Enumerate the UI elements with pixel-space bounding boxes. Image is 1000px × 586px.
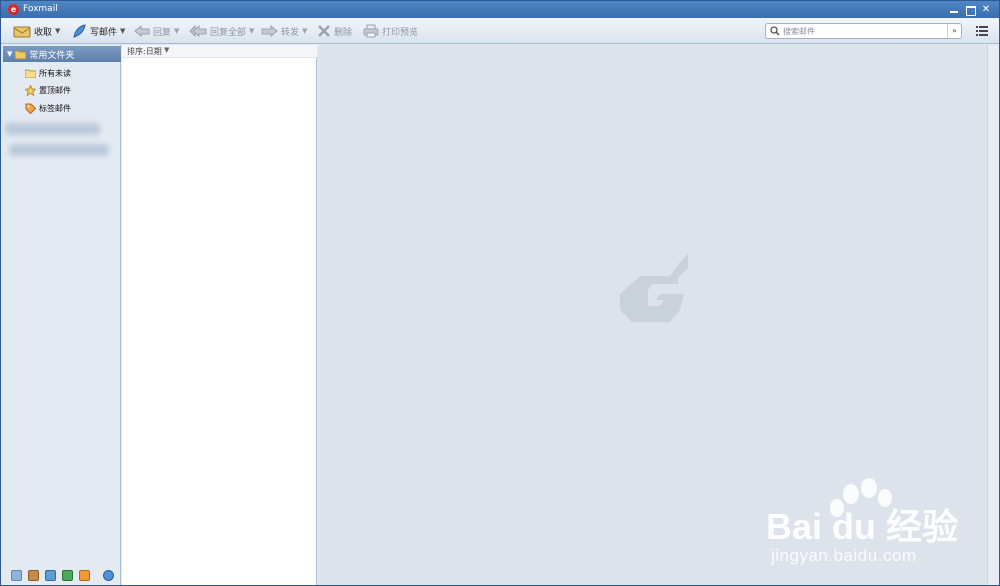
redacted-account-2[interactable] <box>9 144 109 156</box>
folder-sidebar: ▼ 常用文件夹 所有未读 置顶邮件 标签邮件 <box>3 45 121 585</box>
feather-pen-icon <box>73 24 86 38</box>
message-list: 排序:日期 ▼ <box>122 45 317 585</box>
receive-button[interactable]: 收取 ▼ <box>13 22 60 40</box>
sort-label[interactable]: 排序:日期 <box>127 46 162 57</box>
delete-label: 删除 <box>334 27 353 38</box>
reply-label: 回复 <box>153 27 172 38</box>
chevron-down-icon[interactable]: ▼ <box>249 27 254 35</box>
receive-label: 收取 <box>34 27 53 38</box>
search-icon <box>770 26 780 36</box>
forward-button[interactable]: 转发 ▼ <box>261 22 307 40</box>
search-input[interactable] <box>783 25 943 37</box>
chevron-down-icon[interactable]: ▼ <box>174 27 179 35</box>
envelope-icon <box>13 26 31 38</box>
minimize-button[interactable] <box>947 3 961 16</box>
delete-x-icon <box>318 25 330 37</box>
watermark-brand: Bai du 经验 <box>766 506 959 547</box>
sidebar-item-label: 置顶邮件 <box>39 85 71 95</box>
sidebar-bottom-bar <box>3 566 121 585</box>
sidebar-item-all-unread[interactable]: 所有未读 <box>25 66 71 80</box>
reply-all-label: 回复全部 <box>210 27 247 38</box>
foxmail-logo-icon: e <box>8 4 19 15</box>
delete-button[interactable]: 删除 <box>317 22 352 40</box>
compose-label: 写邮件 <box>90 27 118 38</box>
common-folders-header[interactable]: ▼ 常用文件夹 <box>3 46 121 62</box>
print-preview-label: 打印预览 <box>382 27 419 38</box>
redacted-account-1[interactable] <box>5 123 100 135</box>
toolbar: 收取 ▼ 写邮件 ▼ 回复 ▼ 回复全部 ▼ 转发 ▼ 删除 打印预览 搜索邮件… <box>1 18 999 44</box>
mail-icon[interactable] <box>11 570 22 581</box>
chevron-down-icon[interactable]: ▼ <box>164 46 169 54</box>
rss-icon[interactable] <box>79 570 90 581</box>
folder-icon <box>25 69 36 78</box>
close-button[interactable]: ✕ <box>979 3 993 16</box>
sidebar-item-label: 标签邮件 <box>39 103 71 113</box>
reply-button[interactable]: 回复 ▼ <box>134 22 179 40</box>
sidebar-item-label: 所有未读 <box>39 68 71 78</box>
compose-button[interactable]: 写邮件 ▼ <box>71 22 125 40</box>
title-bar: e Foxmail ✕ <box>1 1 999 18</box>
search-box: » <box>765 23 962 39</box>
chevron-down-icon[interactable]: ▼ <box>302 27 307 35</box>
reply-arrow-icon <box>134 25 150 37</box>
sidebar-item-pinned[interactable]: 置顶邮件 <box>25 83 71 97</box>
forward-arrow-icon <box>261 25 278 37</box>
foxmail-window: e Foxmail ✕ 收取 ▼ 写邮件 ▼ 回复 ▼ 回复全部 ▼ 转发 ▼ … <box>0 0 1000 586</box>
watermark-url: jingyan.baidu.com <box>771 546 917 565</box>
print-preview-button[interactable]: 打印预览 <box>363 22 418 40</box>
sort-bar[interactable]: 排序:日期 ▼ <box>122 45 317 58</box>
chevron-down-icon[interactable]: ▼ <box>120 27 125 35</box>
star-icon <box>25 84 36 96</box>
printer-icon <box>363 24 379 38</box>
common-folders-label: 常用文件夹 <box>29 50 75 61</box>
calendar-icon[interactable] <box>45 570 56 581</box>
window-title: Foxmail <box>23 4 58 14</box>
reading-pane-scrollbar[interactable] <box>987 45 999 585</box>
search-options-chevron-icon[interactable]: » <box>947 24 961 38</box>
chevron-down-icon[interactable]: ▼ <box>55 27 60 35</box>
folder-icon <box>15 50 27 59</box>
maximize-button[interactable] <box>963 3 977 16</box>
collapse-triangle-icon[interactable]: ▼ <box>7 50 12 58</box>
contacts-icon[interactable] <box>28 570 39 581</box>
menu-list-icon[interactable] <box>976 26 988 36</box>
forward-label: 转发 <box>281 27 300 38</box>
reply-all-button[interactable]: 回复全部 ▼ <box>189 22 254 40</box>
notes-icon[interactable] <box>62 570 73 581</box>
reply-all-icon <box>189 25 207 37</box>
tag-icon <box>25 103 36 114</box>
sync-icon[interactable] <box>103 570 114 581</box>
foxmail-watermark-icon <box>620 254 688 322</box>
sidebar-item-tagged[interactable]: 标签邮件 <box>25 101 71 115</box>
